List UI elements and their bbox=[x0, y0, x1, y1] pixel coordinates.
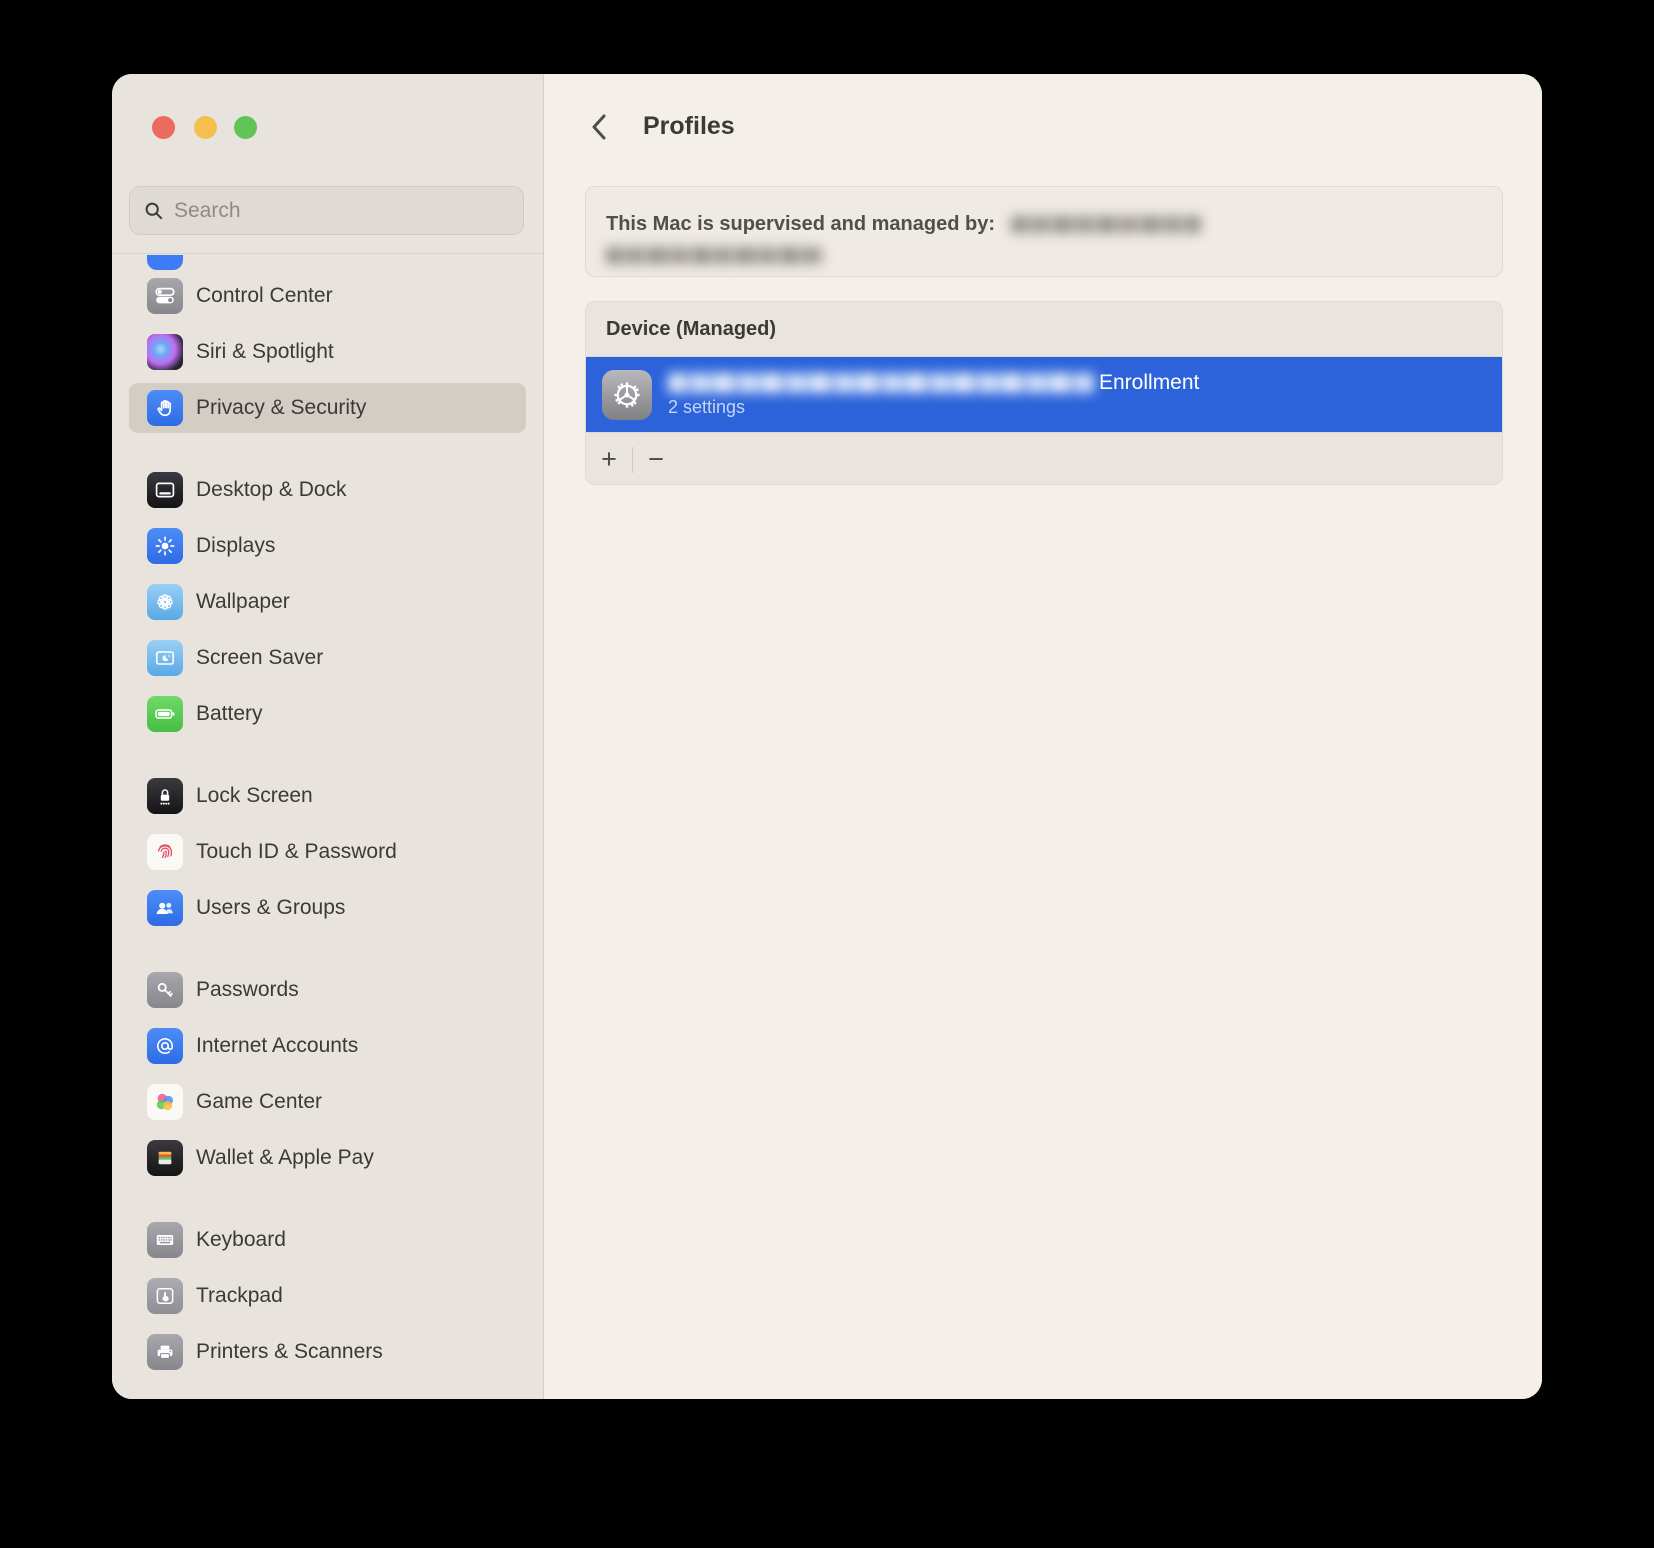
sidebar-item-users-groups[interactable]: Users & Groups bbox=[129, 883, 526, 933]
redacted-organization-name-line2 bbox=[606, 247, 824, 264]
search-placeholder: Search bbox=[174, 198, 241, 222]
chevron-left-icon bbox=[592, 114, 606, 140]
sidebar-item-wallet-apple-pay[interactable]: Wallet & Apple Pay bbox=[129, 1133, 526, 1183]
sidebar-item-label: Wallet & Apple Pay bbox=[196, 1146, 374, 1169]
sidebar-item-trackpad[interactable]: Trackpad bbox=[129, 1271, 526, 1321]
sidebar-item-label: Keyboard bbox=[196, 1228, 286, 1251]
profile-title: Enrollment bbox=[668, 371, 1199, 395]
sidebar-item-label: Printers & Scanners bbox=[196, 1340, 383, 1363]
trackpad-icon bbox=[147, 1278, 183, 1314]
sidebar-item-label: Users & Groups bbox=[196, 896, 346, 919]
sidebar-item-wallpaper[interactable]: Wallpaper bbox=[129, 577, 526, 627]
sidebar-item-label: Siri & Spotlight bbox=[196, 340, 334, 363]
content-pane: Profiles This Mac is supervised and mana… bbox=[544, 74, 1542, 1399]
managed-notice-text: This Mac is supervised and managed by: bbox=[606, 213, 996, 235]
profile-row-enrollment[interactable]: Enrollment 2 settings bbox=[586, 357, 1502, 432]
system-settings-window: Search Control Center Siri & Spotlight P… bbox=[112, 74, 1542, 1399]
managed-notice: This Mac is supervised and managed by: bbox=[585, 186, 1503, 277]
profiles-list: Device (Managed) Enrollment 2 settings +… bbox=[585, 301, 1503, 485]
page-title: Profiles bbox=[643, 112, 735, 140]
sidebar-item-label: Battery bbox=[196, 702, 263, 725]
redacted-organization-name bbox=[1010, 216, 1201, 233]
sidebar-item-label: Privacy & Security bbox=[196, 396, 367, 419]
touch-id-icon bbox=[147, 834, 183, 870]
profile-subtitle: 2 settings bbox=[668, 397, 746, 417]
sidebar-item-label: Game Center bbox=[196, 1090, 323, 1113]
screen-saver-icon bbox=[147, 640, 183, 676]
sidebar-item-label: Touch ID & Password bbox=[196, 840, 397, 863]
printers-scanners-icon bbox=[147, 1334, 183, 1370]
redacted-profile-name bbox=[668, 373, 1095, 393]
minimize-button[interactable] bbox=[194, 116, 217, 139]
partially-scrolled-icon bbox=[147, 255, 183, 270]
control-center-icon bbox=[147, 278, 183, 314]
displays-icon bbox=[147, 528, 183, 564]
privacy-security-icon bbox=[147, 390, 183, 426]
sidebar-item-lock-screen[interactable]: Lock Screen bbox=[129, 771, 526, 821]
game-center-icon bbox=[147, 1084, 183, 1120]
wallpaper-icon bbox=[147, 584, 183, 620]
sidebar-item-label: Desktop & Dock bbox=[196, 478, 347, 501]
sidebar-item-displays[interactable]: Displays bbox=[129, 521, 526, 571]
users-groups-icon bbox=[147, 890, 183, 926]
profile-gear-icon bbox=[602, 369, 652, 420]
search-input[interactable]: Search bbox=[129, 186, 524, 235]
sidebar-item-label: Screen Saver bbox=[196, 646, 324, 669]
sidebar-item-label: Internet Accounts bbox=[196, 1034, 359, 1057]
sidebar-divider bbox=[112, 253, 543, 254]
sidebar-item-game-center[interactable]: Game Center bbox=[129, 1077, 526, 1127]
sidebar-item-label: Wallpaper bbox=[196, 590, 290, 613]
profile-name-suffix: Enrollment bbox=[1099, 371, 1200, 394]
sidebar-item-control-center[interactable]: Control Center bbox=[129, 271, 526, 321]
sidebar-item-label: Control Center bbox=[196, 284, 333, 307]
sidebar-item-label: Displays bbox=[196, 534, 276, 557]
profiles-section-header: Device (Managed) bbox=[586, 302, 1502, 357]
sidebar-item-battery[interactable]: Battery bbox=[129, 689, 526, 739]
sidebar-item-desktop-dock[interactable]: Desktop & Dock bbox=[129, 465, 526, 515]
internet-accounts-icon bbox=[147, 1028, 183, 1064]
add-profile-button[interactable]: + bbox=[586, 433, 632, 484]
keyboard-icon bbox=[147, 1222, 183, 1258]
sidebar-item-screen-saver[interactable]: Screen Saver bbox=[129, 633, 526, 683]
passwords-icon bbox=[147, 972, 183, 1008]
desktop-dock-icon bbox=[147, 472, 183, 508]
back-button[interactable] bbox=[584, 110, 614, 144]
profile-text: Enrollment 2 settings bbox=[668, 371, 1199, 418]
sidebar-item-siri-spotlight[interactable]: Siri & Spotlight bbox=[129, 327, 526, 377]
wallet-icon bbox=[147, 1140, 183, 1176]
profiles-toolbar: + − bbox=[586, 432, 1502, 484]
siri-icon bbox=[147, 334, 183, 370]
sidebar: Search Control Center Siri & Spotlight P… bbox=[112, 74, 544, 1399]
sidebar-item-privacy-security[interactable]: Privacy & Security bbox=[129, 383, 526, 433]
sidebar-item-keyboard[interactable]: Keyboard bbox=[129, 1215, 526, 1265]
lock-screen-icon bbox=[147, 778, 183, 814]
close-button[interactable] bbox=[152, 116, 175, 139]
sidebar-item-label: Trackpad bbox=[196, 1284, 283, 1307]
sidebar-item-label: Passwords bbox=[196, 978, 299, 1001]
remove-profile-button[interactable]: − bbox=[633, 433, 679, 484]
sidebar-item-label: Lock Screen bbox=[196, 784, 313, 807]
sidebar-item-touch-id-password[interactable]: Touch ID & Password bbox=[129, 827, 526, 877]
sidebar-item-passwords[interactable]: Passwords bbox=[129, 965, 526, 1015]
search-icon bbox=[145, 202, 163, 219]
sidebar-item-internet-accounts[interactable]: Internet Accounts bbox=[129, 1021, 526, 1071]
battery-icon bbox=[147, 696, 183, 732]
zoom-button[interactable] bbox=[234, 116, 257, 139]
sidebar-item-printers-scanners[interactable]: Printers & Scanners bbox=[129, 1327, 526, 1377]
